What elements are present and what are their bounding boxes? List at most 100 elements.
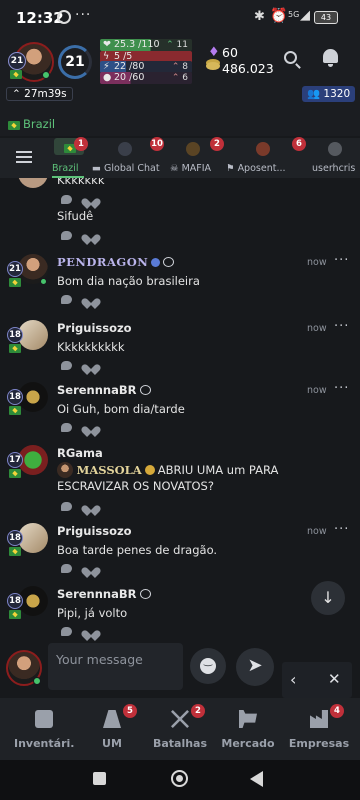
- nav-mercado[interactable]: Mercado: [218, 704, 278, 756]
- more-options-icon[interactable]: ···: [334, 253, 349, 268]
- tab-label: ⚑ Aposent...: [226, 163, 286, 174]
- tab-mafia[interactable]: 2 ☠ MAFIA: [170, 137, 224, 178]
- username[interactable]: RGama: [57, 446, 103, 460]
- tab-label: ▬ Global Chat: [92, 163, 160, 174]
- heart-icon[interactable]: [85, 422, 97, 433]
- status-bar: 12:32 ··· ✱ ⏰ 5G ◢ 43: [0, 0, 360, 36]
- players-online-badge[interactable]: 👥 1320: [302, 86, 356, 102]
- username[interactable]: Priguissozo: [57, 524, 132, 538]
- double-chevron-up-icon: ⌃: [166, 40, 174, 50]
- heart-icon[interactable]: [85, 360, 97, 371]
- morale-bar[interactable]: ● 20 /60 ⌃ 6: [100, 72, 192, 84]
- factory-icon: [310, 710, 328, 728]
- chat-feed[interactable]: Kkkkkkk Sifudê 21 PENDRAGON now ··· Bom …: [0, 178, 360, 642]
- nav-batalhas[interactable]: 2 Batalhas: [150, 704, 210, 756]
- globe-icon: [118, 142, 132, 156]
- reply-icon[interactable]: [61, 361, 72, 370]
- heart-icon[interactable]: [85, 194, 97, 205]
- tab-badge: 1: [74, 137, 88, 151]
- username[interactable]: Priguissozo: [57, 321, 132, 335]
- nav-um[interactable]: 5 UM: [82, 704, 142, 756]
- username[interactable]: PENDRAGON: [57, 255, 175, 269]
- coins-icon: [206, 62, 220, 70]
- skull-icon: ☠: [170, 163, 179, 174]
- bluetooth-icon: ✱: [254, 9, 265, 24]
- heart-icon[interactable]: [85, 563, 97, 574]
- message-time: now: [307, 385, 327, 396]
- online-indicator: [40, 278, 47, 285]
- coin-count[interactable]: 486.023: [222, 61, 274, 76]
- nav-inventario[interactable]: Inventári.: [14, 704, 74, 756]
- search-icon[interactable]: [284, 51, 297, 64]
- alarm-icon: ⏰: [270, 8, 288, 24]
- channel-name: Brazil: [23, 117, 56, 131]
- reply-icon[interactable]: [61, 195, 72, 204]
- double-chevron-up-icon: ⌃: [171, 62, 180, 72]
- message-input[interactable]: [48, 643, 183, 690]
- tab-global-chat[interactable]: 10 ▬ Global Chat: [92, 137, 164, 178]
- close-icon[interactable]: ✕: [328, 670, 341, 688]
- more-options-icon[interactable]: ···: [334, 522, 349, 537]
- heart-icon[interactable]: [85, 230, 97, 241]
- bank-icon: [139, 589, 151, 599]
- online-indicator: [33, 677, 41, 685]
- nav-label: Batalhas: [152, 737, 208, 750]
- tab-badge: 10: [150, 137, 164, 151]
- message-text: MASSOLA ABRIU UMA um PARA ESCRAVIZAR OS N…: [57, 462, 279, 493]
- heart-icon[interactable]: [85, 501, 97, 512]
- tower-icon: [103, 710, 121, 728]
- bell-icon[interactable]: [323, 49, 338, 67]
- username[interactable]: SerennnaBR: [57, 587, 151, 601]
- tab-brazil[interactable]: 1 Brazil: [52, 137, 88, 178]
- heart-icon[interactable]: [85, 294, 97, 305]
- send-button[interactable]: ➤: [236, 648, 274, 686]
- crossed-swords-icon: [171, 710, 189, 728]
- more-options-icon[interactable]: ···: [334, 381, 349, 396]
- health-regen: ⌃ 11: [166, 40, 188, 50]
- avatar[interactable]: [18, 178, 48, 188]
- party-icon: ⚑: [226, 163, 235, 174]
- level-badge: 18: [7, 389, 23, 405]
- gem-count[interactable]: 60: [222, 45, 238, 60]
- bank-icon: [139, 385, 151, 395]
- message-actions: [61, 360, 101, 372]
- reply-icon[interactable]: [61, 564, 72, 573]
- home-button[interactable]: [171, 770, 188, 787]
- nav-label: UM: [102, 737, 122, 750]
- users-icon: 👥: [307, 88, 321, 100]
- message-actions: [61, 501, 101, 513]
- group-avatar-icon: [256, 142, 270, 156]
- level-badge: 17: [7, 452, 23, 468]
- health-bar[interactable]: ❤ 25.3 /110 ⌃ 11: [100, 39, 192, 51]
- reply-icon[interactable]: [61, 627, 72, 636]
- reply-icon[interactable]: [61, 295, 72, 304]
- emoji-button[interactable]: [190, 648, 226, 684]
- level-badge: 18: [7, 593, 23, 609]
- mention[interactable]: MASSOLA: [77, 463, 142, 477]
- signal-icon: ◢: [300, 8, 310, 23]
- brazil-flag-icon: [9, 344, 21, 353]
- scroll-to-bottom-button[interactable]: ↓: [311, 581, 345, 615]
- flag-icon: ▬: [92, 163, 101, 174]
- morale-regen: ⌃ 6: [171, 73, 188, 83]
- reply-icon[interactable]: [61, 502, 72, 511]
- whatsapp-icon: [57, 10, 71, 24]
- message-actions: [61, 626, 101, 638]
- reply-icon[interactable]: [61, 231, 72, 240]
- more-options-icon[interactable]: ···: [334, 319, 349, 334]
- message-text: Bom dia nação brasileira: [57, 274, 200, 288]
- nav-empresas[interactable]: 4 Empresas: [286, 704, 352, 756]
- tab-userhcris[interactable]: userhcris: [312, 138, 360, 178]
- username[interactable]: SerennnaBR: [57, 383, 151, 397]
- recents-button[interactable]: [93, 772, 106, 785]
- heart-icon[interactable]: [85, 626, 97, 637]
- bank-icon: [163, 257, 175, 267]
- battery-indicator: 43: [314, 11, 338, 24]
- back-button[interactable]: [250, 771, 263, 787]
- online-indicator: [42, 71, 50, 79]
- chevron-left-icon[interactable]: ‹: [290, 670, 296, 689]
- menu-icon[interactable]: [16, 151, 32, 163]
- timer-badge[interactable]: ⌃ 27m39s: [6, 87, 73, 101]
- reply-icon[interactable]: [61, 423, 72, 432]
- tab-aposentados[interactable]: 6 ⚑ Aposent...: [226, 137, 306, 178]
